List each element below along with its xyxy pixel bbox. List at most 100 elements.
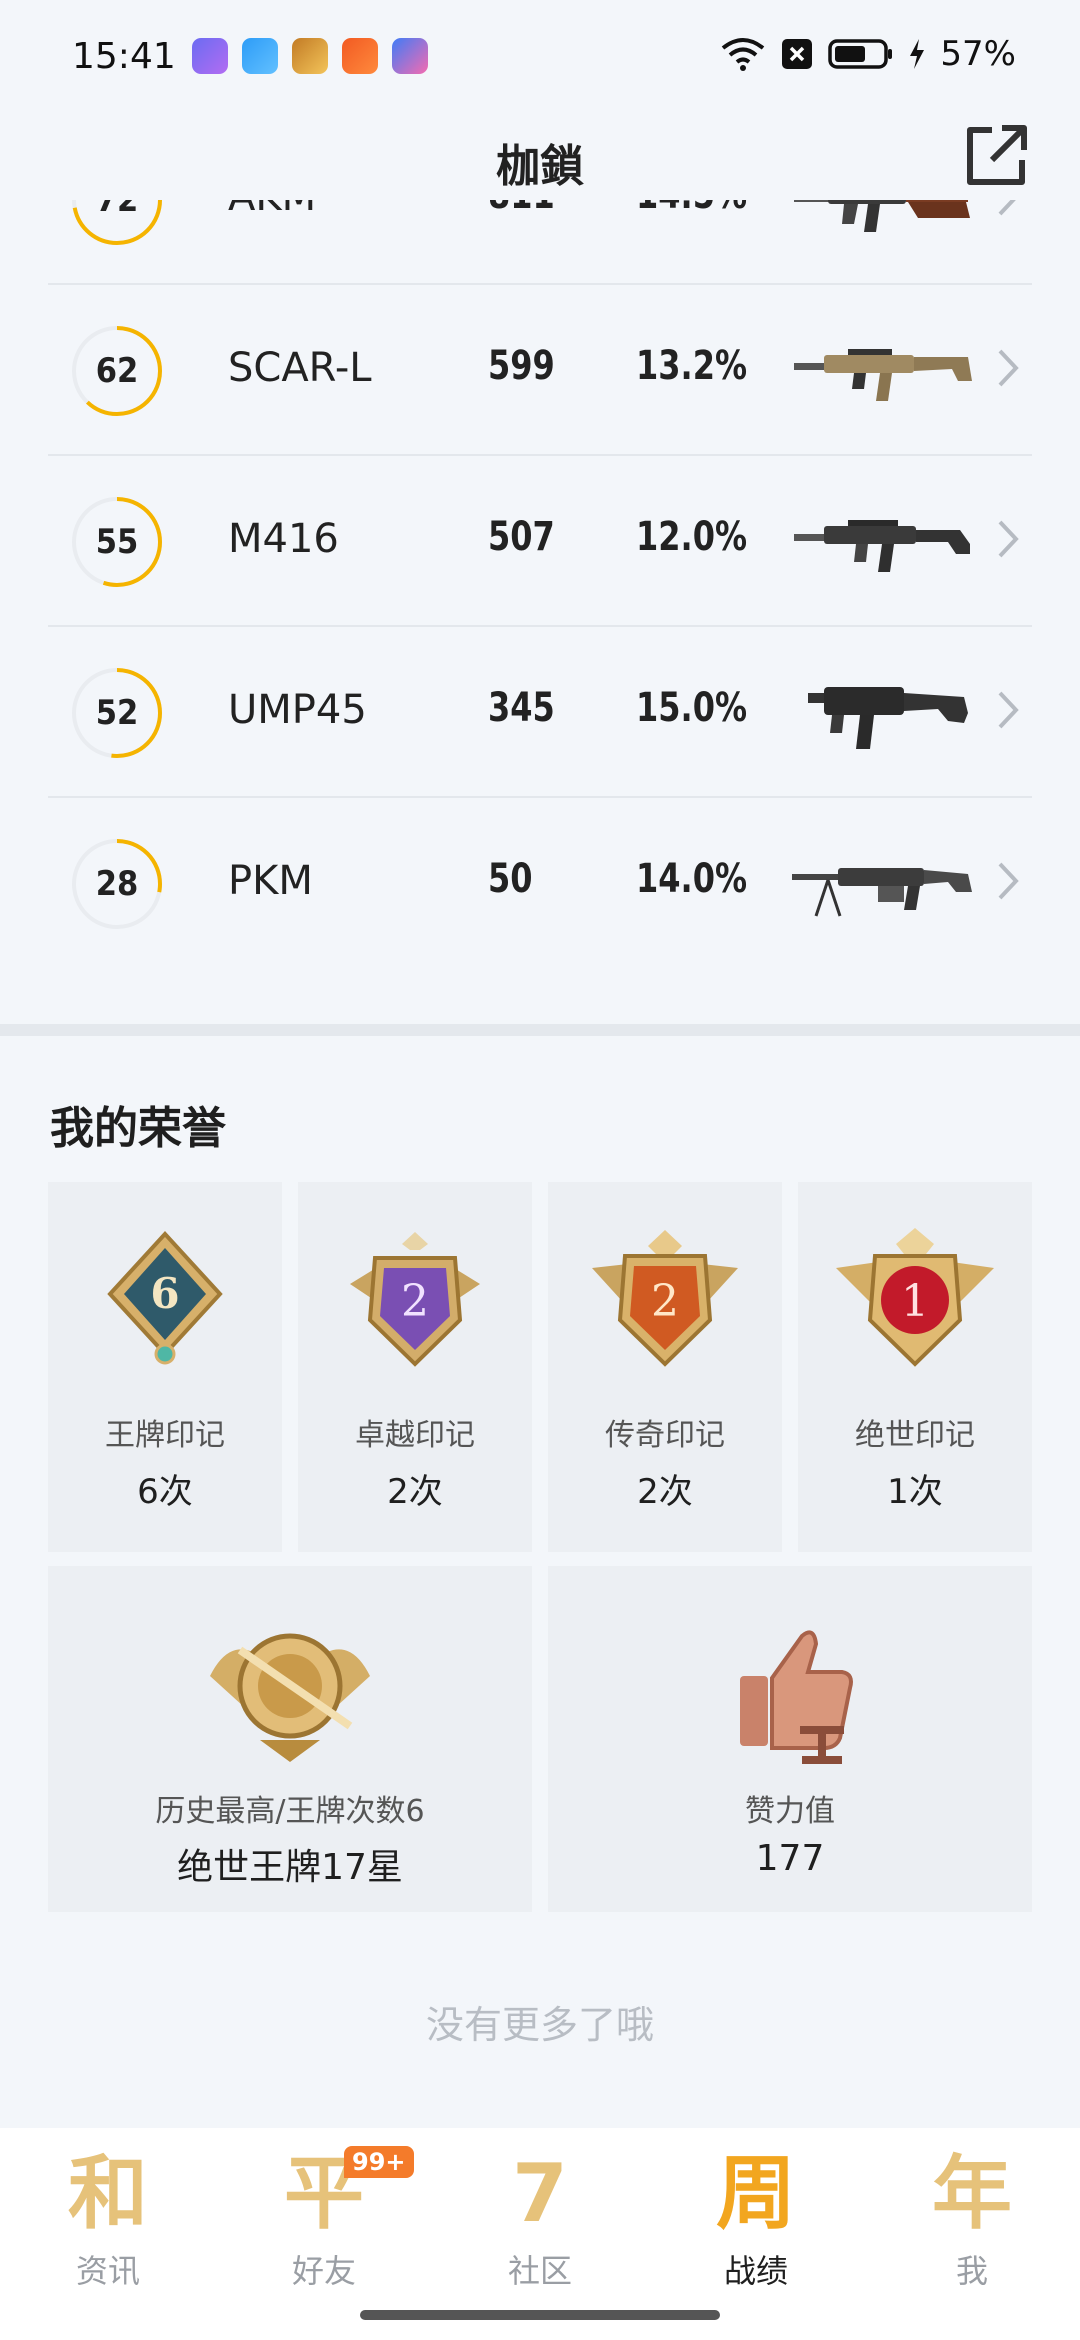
nav-label: 资讯 [75,2252,140,2290]
mark-label: 传奇印记 [605,1418,725,1453]
community-tab-icon: 7 [512,2147,568,2240]
weapon-name: SCAR-L [228,345,372,391]
weapon-rate: 14.0% [636,856,748,902]
nav-item-me[interactable]: 年 我 [864,2140,1080,2300]
files-app-icon [242,38,278,74]
peerless-badge-number: 1 [901,1276,929,1327]
rank-label: 历史最高/王牌次数6 [155,1794,425,1829]
akm-rifle-image [794,200,970,232]
weapon-name: PKM [228,858,313,904]
news-tab-icon: 和 [68,2147,148,2240]
section-divider [0,1024,1080,1036]
end-of-list-text: 没有更多了哦 [425,2003,654,2047]
nav-item-friends[interactable]: 平 99+ 好友 [216,2140,432,2300]
weapon-score: 52 [95,693,139,733]
chevron-right-icon [998,349,1019,387]
likes-value: 177 [755,1838,825,1879]
nav-label: 战绩 [723,2252,788,2290]
weapon-kills: 507 [488,514,555,560]
status-right: 57% [720,34,1016,74]
m416-rifle-image [794,520,970,572]
likes-card[interactable]: 赞力值 177 [548,1566,1032,1912]
legend-mark-card[interactable]: 2 传奇印记 2次 [548,1182,782,1552]
weapon-row[interactable]: 55 M416 507 12.0% [48,456,1032,627]
ump45-smg-image [808,687,968,749]
mark-label: 王牌印记 [105,1418,225,1453]
weapon-row[interactable]: 52 UMP45 345 15.0% [48,627,1032,798]
weapon-score: 28 [95,864,139,904]
nav-label: 社区 [507,2252,572,2290]
weapon-rate: 14.5% [636,200,747,218]
mark-label: 卓越印记 [355,1418,475,1453]
weapon-score: 62 [95,351,139,391]
chevron-right-icon [998,862,1019,900]
excellence-mark-card[interactable]: 2 卓越印记 2次 [298,1182,532,1552]
weapon-row[interactable]: 28 PKM 50 14.0% [48,798,1032,969]
weapon-name: AKM [228,200,316,220]
likes-label: 赞力值 [745,1794,835,1829]
bottom-nav: 和 资讯 平 99+ 好友 7 社区 周 战绩 年 我 [0,2128,1080,2340]
rank-emblem-icon [210,1633,370,1762]
weapon-list: 72 AKM 811 14.5% 62 SCAR-L 599 13.2% [48,200,1032,1030]
page: 15:41 57% 枷鎖 72 62 SCAR-L 599 13.2% 55 M… [0,0,1080,2340]
charging-icon [910,39,925,69]
notification-icons [192,38,428,74]
weapon-score: 72 [95,200,139,220]
page-title: 枷鎖 [496,141,584,192]
nav-item-stats[interactable]: 周 战绩 [648,2140,864,2300]
excellence-badge-icon: 2 [350,1232,480,1367]
status-bar: 15:41 57% [0,0,1080,110]
highest-rank-card[interactable]: 历史最高/王牌次数6 绝世王牌17星 [48,1566,532,1912]
me-tab-icon: 年 [932,2147,1012,2240]
legend-badge-number: 2 [651,1276,679,1327]
stats-tab-icon: 周 [716,2147,796,2240]
weapon-row[interactable]: 62 SCAR-L 599 13.2% [48,285,1032,456]
rank-value: 绝世王牌17星 [177,1847,403,1888]
wifi-icon [722,38,765,71]
ace-badge-icon: 6 [107,1231,223,1365]
legend-badge-icon: 2 [592,1230,738,1367]
friends-count-badge: 99+ [344,2146,414,2178]
sim-off-icon [782,39,813,69]
weapon-row[interactable]: 72 AKM 811 14.5% [48,200,1032,285]
nav-label: 好友 [291,2252,356,2290]
weapon-kills: 599 [488,343,555,389]
ace-badge-number: 6 [150,1269,179,1318]
share-icon[interactable] [962,122,1030,190]
nav-item-news[interactable]: 和 资讯 [0,2140,216,2300]
home-indicator[interactable] [360,2310,720,2320]
battery-percent: 57% [940,34,1016,74]
peerless-mark-card[interactable]: 1 绝世印记 1次 [798,1182,1032,1552]
scar-l-rifle-image [794,349,972,401]
status-time: 15:41 [72,36,176,77]
pkm-mg-image [792,868,972,917]
nav-item-community[interactable]: 7 社区 [432,2140,648,2300]
header: 枷鎖 [0,110,1080,210]
chevron-right-icon [998,520,1019,558]
mark-count: 2次 [637,1472,693,1512]
mark-count: 2次 [387,1472,443,1512]
video-app-icon [342,38,378,74]
weather-app-icon [192,38,228,74]
peerless-badge-icon: 1 [836,1228,994,1367]
weapon-kills: 50 [488,856,533,902]
mark-count: 6次 [137,1472,193,1512]
excellence-badge-number: 2 [401,1276,429,1327]
weapon-rate: 12.0% [636,514,748,560]
mark-label: 绝世印记 [855,1418,975,1453]
nav-label: 我 [955,2252,988,2290]
chevron-right-icon [998,691,1019,729]
weapon-name: UMP45 [228,687,367,733]
ace-mark-card[interactable]: 6 王牌印记 6次 [48,1182,282,1552]
weapon-score: 55 [95,522,139,562]
weapon-rate: 15.0% [636,685,748,731]
game-app-icon [292,38,328,74]
weapon-kills: 345 [488,685,555,731]
weapon-rate: 13.2% [636,343,748,389]
weapon-name: M416 [228,516,339,562]
thumbs-up-icon [740,1630,853,1764]
shortcut-app-icon [392,38,428,74]
chevron-right-icon [998,200,1016,216]
honors-title: 我的荣誉 [50,1103,226,1154]
mark-count: 1次 [887,1472,943,1512]
